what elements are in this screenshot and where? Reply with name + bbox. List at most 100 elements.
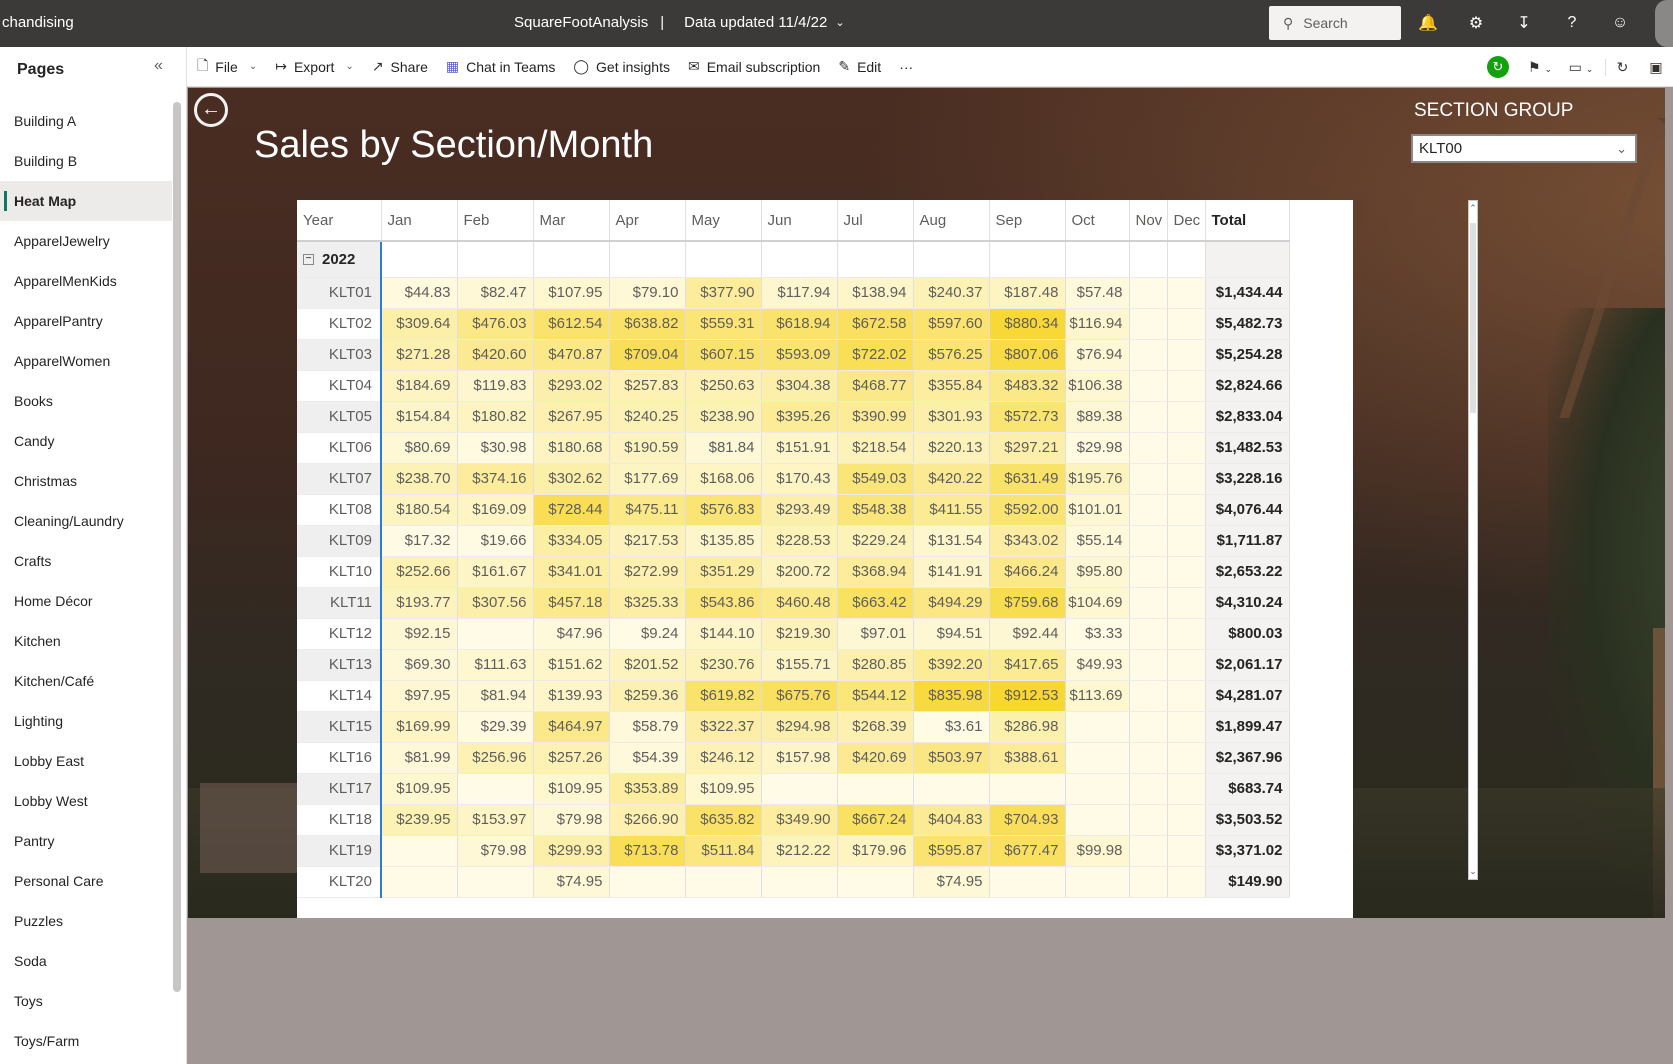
table-cell[interactable]: $807.06 <box>989 339 1066 371</box>
export-menu-button[interactable]: ↦ Export ⌄ <box>275 47 354 87</box>
scroll-up-icon[interactable]: ⌃ <box>1468 203 1478 214</box>
table-cell[interactable] <box>837 866 914 898</box>
row-total-cell[interactable]: $2,367.96 <box>1205 742 1290 774</box>
table-cell[interactable]: $576.25 <box>913 339 990 371</box>
table-cell[interactable]: $106.38 <box>1065 370 1130 402</box>
table-cell[interactable]: $55.14 <box>1065 525 1130 557</box>
table-cell[interactable]: $30.98 <box>457 432 534 464</box>
table-cell[interactable] <box>837 773 914 805</box>
table-cell[interactable]: $179.96 <box>837 835 914 867</box>
avatar[interactable] <box>1655 0 1673 47</box>
table-cell[interactable] <box>685 866 762 898</box>
table-cell[interactable]: $138.94 <box>837 277 914 309</box>
table-cell[interactable]: $511.84 <box>685 835 762 867</box>
column-header[interactable]: Mar <box>533 200 610 242</box>
table-cell[interactable]: $912.53 <box>989 680 1066 712</box>
table-cell[interactable] <box>1129 432 1168 464</box>
table-cell[interactable]: $47.96 <box>533 618 610 650</box>
table-cell[interactable] <box>1129 401 1168 433</box>
table-cell[interactable]: $374.16 <box>457 463 534 495</box>
table-cell[interactable]: $549.03 <box>837 463 914 495</box>
table-cell[interactable] <box>1065 804 1130 836</box>
column-header[interactable]: Aug <box>913 200 990 242</box>
page-item[interactable]: ApparelJewelry <box>0 221 172 261</box>
page-item[interactable]: Toys <box>0 981 172 1021</box>
bookmark-icon[interactable]: ⚑ ⌄ <box>1523 59 1557 76</box>
table-cell[interactable]: $240.25 <box>609 401 686 433</box>
row-total-cell[interactable]: $1,711.87 <box>1205 525 1290 557</box>
table-cell[interactable]: $180.82 <box>457 401 534 433</box>
row-total-cell[interactable]: $1,482.53 <box>1205 432 1290 464</box>
table-cell[interactable]: $759.68 <box>989 587 1066 619</box>
page-item[interactable]: Kitchen/Café <box>0 661 172 701</box>
table-cell[interactable] <box>1129 525 1168 557</box>
table-cell[interactable]: $154.84 <box>381 401 458 433</box>
comment-icon[interactable]: ▣ <box>1639 59 1673 76</box>
table-cell[interactable]: $19.66 <box>457 525 534 557</box>
table-cell[interactable]: $139.93 <box>533 680 610 712</box>
section-row-header[interactable]: KLT07 <box>297 463 382 495</box>
page-item[interactable]: Lobby East <box>0 741 172 781</box>
table-cell[interactable] <box>381 866 458 898</box>
table-cell[interactable]: $3.61 <box>913 711 990 743</box>
column-header[interactable]: Total <box>1205 200 1290 242</box>
table-cell[interactable]: $250.63 <box>685 370 762 402</box>
table-cell[interactable]: $704.93 <box>989 804 1066 836</box>
table-cell[interactable] <box>609 866 686 898</box>
table-cell[interactable]: $392.20 <box>913 649 990 681</box>
table-cell[interactable]: $238.90 <box>685 401 762 433</box>
table-cell[interactable] <box>1167 370 1206 402</box>
page-item[interactable]: ApparelMenKids <box>0 261 172 301</box>
column-header[interactable]: Oct <box>1065 200 1130 242</box>
table-cell[interactable]: $246.12 <box>685 742 762 774</box>
table-cell[interactable]: $44.83 <box>381 277 458 309</box>
table-cell[interactable] <box>1129 804 1168 836</box>
row-total-cell[interactable]: $3,228.16 <box>1205 463 1290 495</box>
back-arrow-icon[interactable]: ← <box>194 93 228 127</box>
table-cell[interactable] <box>1167 649 1206 681</box>
view-icon[interactable]: ▭ ⌄ <box>1557 59 1605 76</box>
table-cell[interactable]: $307.56 <box>457 587 534 619</box>
table-cell[interactable]: $638.82 <box>609 308 686 340</box>
table-row[interactable]: KLT16 $81.99 $256.96 $257.26 $54.39 $246.12 $1… <box>297 742 1290 774</box>
table-row[interactable]: KLT17 $109.95 $109.95 $353.89 $109.95 $683.74 <box>297 773 1290 805</box>
table-cell[interactable]: $170.43 <box>761 463 838 495</box>
section-row-header[interactable]: KLT16 <box>297 742 382 774</box>
table-cell[interactable]: $880.34 <box>989 308 1066 340</box>
section-row-header[interactable]: KLT20 <box>297 866 382 898</box>
table-cell[interactable]: $76.94 <box>1065 339 1130 371</box>
table-cell[interactable]: $220.13 <box>913 432 990 464</box>
table-cell[interactable]: $109.95 <box>685 773 762 805</box>
table-cell[interactable]: $107.95 <box>533 277 610 309</box>
table-cell[interactable]: $81.94 <box>457 680 534 712</box>
table-row[interactable]: KLT12 $92.15 $47.96 $9.24 $144.10 $219.30 $97.… <box>297 618 1290 650</box>
table-cell[interactable]: $256.96 <box>457 742 534 774</box>
column-header[interactable]: Year <box>297 200 382 242</box>
table-cell[interactable] <box>1129 680 1168 712</box>
table-cell[interactable]: $252.66 <box>381 556 458 588</box>
row-total-cell[interactable]: $4,076.44 <box>1205 494 1290 526</box>
chevron-down-icon[interactable]: ⌄ <box>835 16 844 29</box>
table-cell[interactable]: $212.22 <box>761 835 838 867</box>
table-cell[interactable]: $113.69 <box>1065 680 1130 712</box>
scroll-thumb[interactable] <box>1470 223 1476 413</box>
chat-in-teams-button[interactable]: ▦ Chat in Teams <box>446 47 555 87</box>
table-cell[interactable] <box>989 773 1066 805</box>
table-cell[interactable] <box>381 835 458 867</box>
table-cell[interactable]: $29.39 <box>457 711 534 743</box>
table-row[interactable]: KLT01 $44.83 $82.47 $107.95 $79.10 $377.90 $11… <box>297 277 1290 309</box>
table-cell[interactable] <box>761 866 838 898</box>
table-cell[interactable]: $349.90 <box>761 804 838 836</box>
table-cell[interactable]: $74.95 <box>533 866 610 898</box>
section-group-dropdown[interactable]: KLT00 ⌄ <box>1411 134 1637 163</box>
table-cell[interactable] <box>1129 618 1168 650</box>
table-row[interactable]: KLT13 $69.30 $111.63 $151.62 $201.52 $230.76 $… <box>297 649 1290 681</box>
table-row[interactable]: KLT09 $17.32 $19.66 $334.05 $217.53 $135.85 $2… <box>297 525 1290 557</box>
table-cell[interactable]: $57.48 <box>1065 277 1130 309</box>
table-cell[interactable] <box>1065 773 1130 805</box>
table-cell[interactable]: $286.98 <box>989 711 1066 743</box>
table-cell[interactable] <box>1167 773 1206 805</box>
table-cell[interactable] <box>1129 587 1168 619</box>
table-cell[interactable]: $341.01 <box>533 556 610 588</box>
table-cell[interactable] <box>1129 308 1168 340</box>
